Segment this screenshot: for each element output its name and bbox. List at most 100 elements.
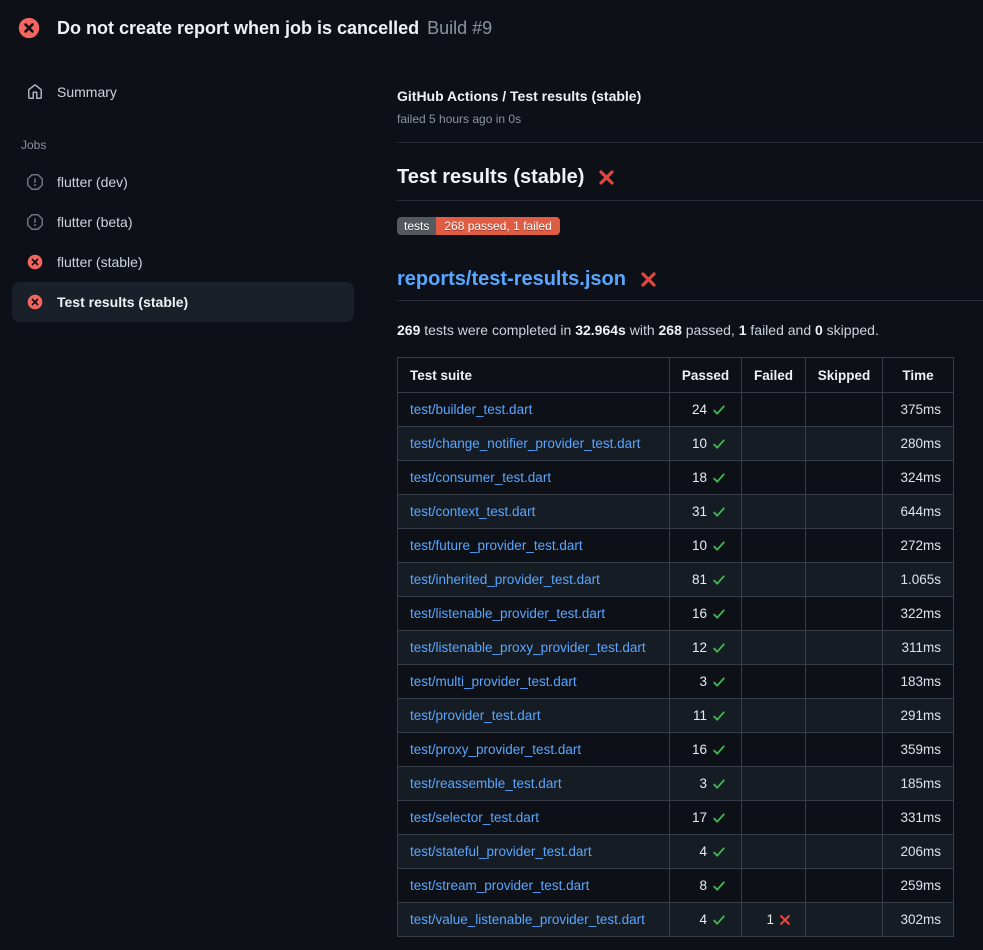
sidebar-job-item[interactable]: Test results (stable) bbox=[12, 282, 354, 322]
check-icon bbox=[712, 879, 726, 893]
passed-count: 11 bbox=[693, 708, 707, 723]
suite-time: 644ms bbox=[883, 495, 954, 529]
x-circle-icon bbox=[27, 294, 43, 310]
sidebar-job-label: flutter (dev) bbox=[57, 174, 128, 190]
table-row: test/multi_provider_test.dart 3 183ms bbox=[398, 665, 954, 699]
badge-value: 268 passed, 1 failed bbox=[436, 217, 559, 235]
summary-segment: 269 bbox=[397, 322, 420, 338]
suite-time: 185ms bbox=[883, 767, 954, 801]
test-suite-link[interactable]: test/multi_provider_test.dart bbox=[410, 674, 577, 689]
page-title: Do not create report when job is cancell… bbox=[57, 18, 419, 39]
table-header-row: Test suitePassedFailedSkippedTime bbox=[398, 358, 954, 393]
check-icon bbox=[712, 607, 726, 621]
test-suite-link[interactable]: test/stateful_provider_test.dart bbox=[410, 844, 592, 859]
jobs-list: flutter (dev) flutter (beta) flutter (st… bbox=[12, 162, 354, 322]
x-mark-icon bbox=[779, 914, 791, 926]
passed-count: 8 bbox=[699, 878, 707, 893]
passed-count: 17 bbox=[692, 810, 707, 825]
section-heading-row: Test results (stable) bbox=[397, 166, 983, 201]
suite-time: 375ms bbox=[883, 393, 954, 427]
table-row: test/stateful_provider_test.dart 4 206ms bbox=[398, 835, 954, 869]
table-row: test/future_provider_test.dart 10 272ms bbox=[398, 529, 954, 563]
table-row: test/listenable_provider_test.dart 16 32… bbox=[398, 597, 954, 631]
check-icon bbox=[712, 437, 726, 451]
table-row: test/value_listenable_provider_test.dart… bbox=[398, 903, 954, 937]
check-icon bbox=[712, 845, 726, 859]
divider bbox=[397, 142, 983, 143]
check-icon bbox=[712, 709, 726, 723]
test-suite-link[interactable]: test/value_listenable_provider_test.dart bbox=[410, 912, 645, 927]
passed-count: 10 bbox=[692, 436, 707, 451]
check-icon bbox=[712, 811, 726, 825]
check-icon bbox=[712, 913, 726, 927]
summary-segment: with bbox=[626, 322, 659, 338]
suite-time: 324ms bbox=[883, 461, 954, 495]
suite-time: 206ms bbox=[883, 835, 954, 869]
section-title: Test results (stable) bbox=[397, 166, 584, 189]
test-suite-link[interactable]: test/change_notifier_provider_test.dart bbox=[410, 436, 640, 451]
check-icon bbox=[712, 777, 726, 791]
summary-segment: 32.964s bbox=[575, 322, 626, 338]
table-row: test/listenable_proxy_provider_test.dart… bbox=[398, 631, 954, 665]
passed-count: 18 bbox=[692, 470, 707, 485]
test-suite-link[interactable]: test/listenable_proxy_provider_test.dart bbox=[410, 640, 646, 655]
sidebar-job-item[interactable]: flutter (dev) bbox=[12, 162, 354, 202]
sidebar-summary-label: Summary bbox=[57, 84, 117, 100]
test-suite-link[interactable]: test/inherited_provider_test.dart bbox=[410, 572, 600, 587]
test-suite-link[interactable]: test/consumer_test.dart bbox=[410, 470, 551, 485]
column-header: Skipped bbox=[806, 358, 883, 393]
x-circle-icon bbox=[18, 17, 40, 39]
column-header: Test suite bbox=[398, 358, 670, 393]
suite-time: 280ms bbox=[883, 427, 954, 461]
suite-time: 259ms bbox=[883, 869, 954, 903]
passed-count: 4 bbox=[699, 844, 707, 859]
check-icon bbox=[712, 641, 726, 655]
test-suite-link[interactable]: test/provider_test.dart bbox=[410, 708, 541, 723]
test-suite-link[interactable]: test/stream_provider_test.dart bbox=[410, 878, 589, 893]
sidebar-job-label: flutter (beta) bbox=[57, 214, 132, 230]
check-icon bbox=[712, 403, 726, 417]
check-icon bbox=[712, 675, 726, 689]
check-icon bbox=[712, 471, 726, 485]
suite-time: 331ms bbox=[883, 801, 954, 835]
test-suite-link[interactable]: test/context_test.dart bbox=[410, 504, 535, 519]
test-suite-link[interactable]: test/reassemble_test.dart bbox=[410, 776, 562, 791]
sidebar-job-label: Test results (stable) bbox=[57, 294, 188, 310]
summary-segment: skipped. bbox=[823, 322, 879, 338]
failed-count: 1 bbox=[766, 912, 774, 927]
table-row: test/provider_test.dart 11 291ms bbox=[398, 699, 954, 733]
suite-time: 302ms bbox=[883, 903, 954, 937]
sidebar-job-item[interactable]: flutter (stable) bbox=[12, 242, 354, 282]
report-file-link[interactable]: reports/test-results.json bbox=[397, 268, 626, 291]
passed-count: 16 bbox=[692, 742, 707, 757]
build-number: Build #9 bbox=[427, 18, 492, 39]
test-suite-link[interactable]: test/proxy_provider_test.dart bbox=[410, 742, 581, 757]
test-suite-link[interactable]: test/listenable_provider_test.dart bbox=[410, 606, 605, 621]
suite-time: 1.065s bbox=[883, 563, 954, 597]
test-suite-link[interactable]: test/selector_test.dart bbox=[410, 810, 539, 825]
test-results-table: Test suitePassedFailedSkippedTime test/b… bbox=[397, 357, 954, 937]
summary-segment: passed, bbox=[682, 322, 739, 338]
sidebar: Summary Jobs flutter (dev) flutter (beta… bbox=[0, 56, 380, 322]
table-row: test/change_notifier_provider_test.dart … bbox=[398, 427, 954, 461]
sidebar-job-item[interactable]: flutter (beta) bbox=[12, 202, 354, 242]
passed-count: 81 bbox=[692, 572, 707, 587]
page-header: Do not create report when job is cancell… bbox=[0, 0, 983, 56]
check-icon bbox=[712, 573, 726, 587]
test-suite-link[interactable]: test/builder_test.dart bbox=[410, 402, 532, 417]
table-row: test/builder_test.dart 24 375ms bbox=[398, 393, 954, 427]
summary-segment: 1 bbox=[739, 322, 747, 338]
table-row: test/proxy_provider_test.dart 16 359ms bbox=[398, 733, 954, 767]
test-suite-link[interactable]: test/future_provider_test.dart bbox=[410, 538, 583, 553]
sidebar-item-summary[interactable]: Summary bbox=[12, 72, 354, 112]
check-icon bbox=[712, 743, 726, 757]
stop-icon bbox=[27, 214, 43, 230]
table-row: test/consumer_test.dart 18 324ms bbox=[398, 461, 954, 495]
summary-segment: 0 bbox=[815, 322, 823, 338]
jobs-caption: Jobs bbox=[21, 138, 354, 152]
column-header: Failed bbox=[742, 358, 806, 393]
sidebar-job-label: flutter (stable) bbox=[57, 254, 143, 270]
suite-time: 322ms bbox=[883, 597, 954, 631]
table-row: test/inherited_provider_test.dart 81 1.0… bbox=[398, 563, 954, 597]
table-row: test/context_test.dart 31 644ms bbox=[398, 495, 954, 529]
